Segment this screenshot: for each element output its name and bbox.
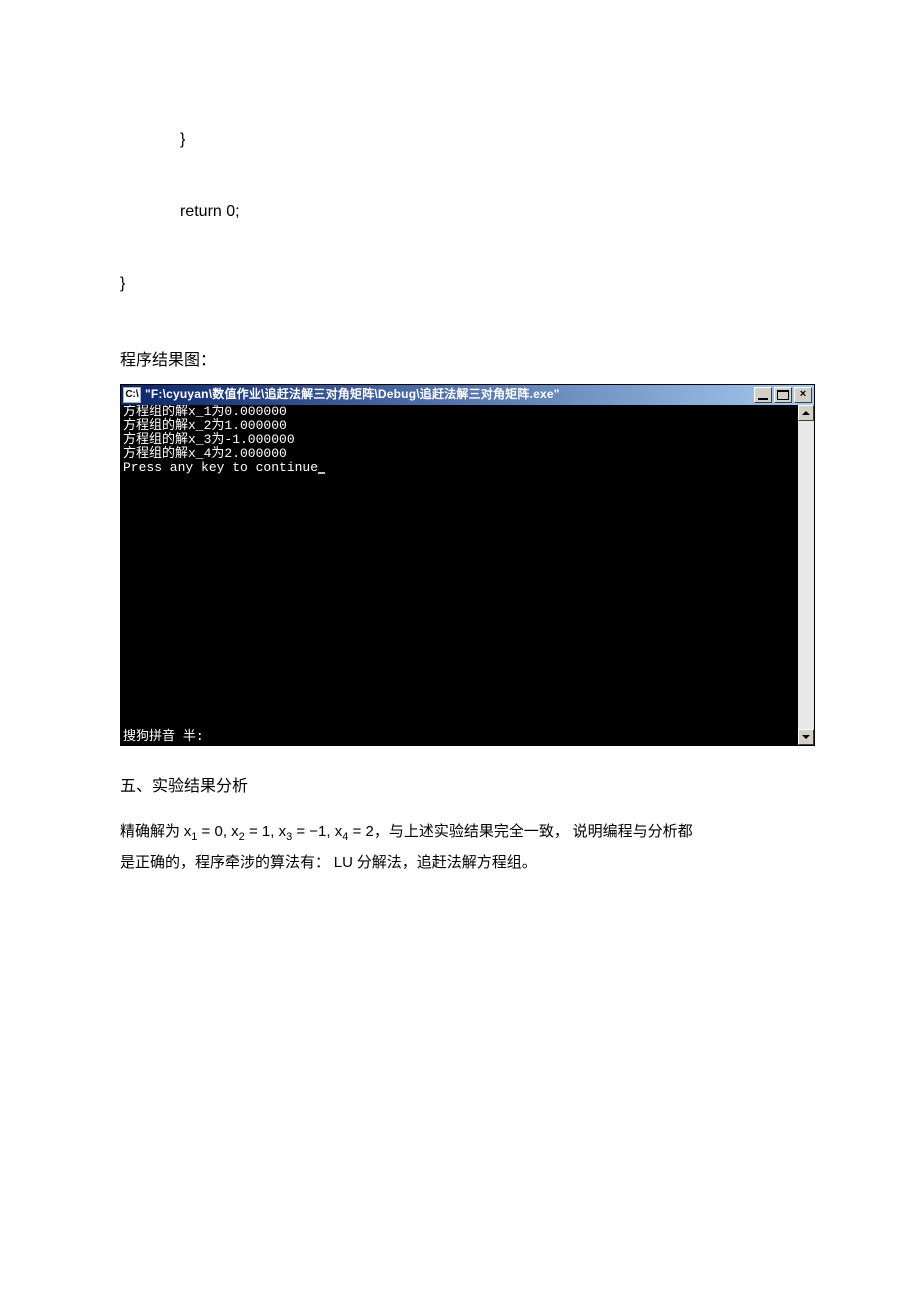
ime-status: 搜狗拼音 半: <box>123 730 204 744</box>
cursor-icon <box>318 472 325 474</box>
code-line: } <box>120 128 800 152</box>
window-buttons: × <box>752 387 812 403</box>
console-body: 方程组的解x_1为0.000000 方程组的解x_2为1.000000 方程组的… <box>121 405 814 745</box>
chevron-up-icon <box>802 411 810 415</box>
output-line: 方程组的解x_4为2.000000 <box>123 446 287 461</box>
chevron-down-icon <box>802 735 810 739</box>
text: ，与上述实验结果完全一致， 说明编程与分析都 <box>374 824 693 840</box>
equation: x1 = 0, x2 = 1, x3 = −1, x4 = 2 <box>184 823 374 840</box>
analysis-paragraph: 精确解为 x1 = 0, x2 = 1, x3 = −1, x4 = 2，与上述… <box>120 817 800 878</box>
console-window: C:\ "F:\cyuyan\数值作业\追赶法解三对角矩阵\Debug\追赶法解… <box>120 384 815 746</box>
close-button[interactable]: × <box>794 387 812 403</box>
code-line: return 0; <box>120 200 800 224</box>
output-line: 方程组的解x_2为1.000000 <box>123 418 287 433</box>
section-heading: 五、实验结果分析 <box>120 774 800 800</box>
document-page: } return 0; } 程序结果图： C:\ "F:\cyuyan\数值作业… <box>0 0 920 1303</box>
console-output: 方程组的解x_1为0.000000 方程组的解x_2为1.000000 方程组的… <box>121 405 798 745</box>
output-line: 方程组的解x_3为-1.000000 <box>123 432 295 447</box>
app-icon: C:\ <box>123 387 141 403</box>
text: 精确解为 <box>120 824 184 840</box>
window-title: "F:\cyuyan\数值作业\追赶法解三对角矩阵\Debug\追赶法解三对角矩… <box>145 385 752 404</box>
output-line: 方程组的解x_1为0.000000 <box>123 405 287 419</box>
scroll-up-button[interactable] <box>798 405 814 421</box>
code-line: } <box>120 272 800 296</box>
text: 是正确的，程序牵涉的算法有： <box>120 855 334 871</box>
figure-caption: 程序结果图： <box>120 348 800 374</box>
scrollbar-track[interactable] <box>798 421 814 729</box>
scroll-down-button[interactable] <box>798 729 814 745</box>
text: 分解法，追赶法解方程组。 <box>353 855 537 871</box>
output-line: Press any key to continue <box>123 460 318 475</box>
text: LU <box>334 854 353 871</box>
vertical-scrollbar[interactable] <box>798 405 814 745</box>
code-block: } return 0; } <box>120 80 800 344</box>
window-titlebar: C:\ "F:\cyuyan\数值作业\追赶法解三对角矩阵\Debug\追赶法解… <box>121 385 814 405</box>
minimize-button[interactable] <box>754 387 772 403</box>
maximize-button[interactable] <box>774 387 792 403</box>
